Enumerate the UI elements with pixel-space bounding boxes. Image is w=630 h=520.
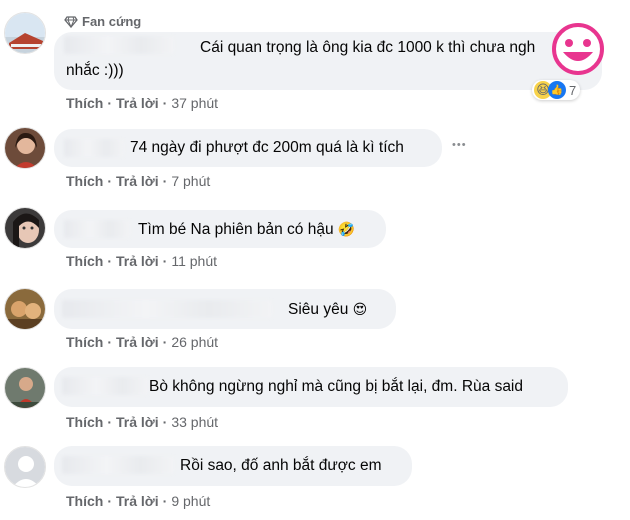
reply-link[interactable]: Trả lời	[116, 414, 159, 430]
like-link[interactable]: Thích	[66, 95, 103, 111]
avatar[interactable]	[4, 446, 46, 488]
fan-badge-label: Fan cứng	[82, 14, 142, 29]
comment-text-cont: nhắc :)))	[66, 62, 124, 79]
comment-actions: Thích · Trả lời · 7 phút	[66, 173, 211, 189]
comment-text: Bò không ngừng nghỉ mà cũng bị bắt lại, …	[149, 378, 523, 395]
fan-badge: Fan cứng	[64, 14, 141, 29]
like-link[interactable]: Thích	[66, 253, 103, 269]
more-options-icon[interactable]: •••	[452, 139, 467, 151]
timestamp[interactable]: 9 phút	[171, 493, 210, 509]
comment-actions: Thích · Trả lời · 11 phút	[66, 253, 217, 269]
author-name[interactable]	[64, 139, 124, 157]
author-name[interactable]	[64, 36, 174, 54]
comment-actions: Thích · Trả lời · 26 phút	[66, 334, 219, 350]
comment-bubble: Siêu yêu 😍	[54, 289, 396, 329]
comment-bubble: Tìm bé Na phiên bản có hậu 🤣	[54, 210, 386, 248]
reply-link[interactable]: Trả lời	[116, 173, 159, 189]
reply-link[interactable]: Trả lời	[116, 95, 159, 111]
comment-text-body: Tìm bé Na phiên bản có hậu	[138, 221, 334, 238]
comment-bubble: 74 ngày đi phượt đc 200m quá là kì tích	[54, 129, 442, 167]
timestamp[interactable]: 11 phút	[171, 253, 217, 269]
comment-actions: Thích · Trả lời · 37 phút	[66, 95, 219, 111]
author-name[interactable]	[64, 220, 130, 238]
avatar[interactable]	[4, 288, 46, 330]
comment-text: Tìm bé Na phiên bản có hậu 🤣	[138, 219, 355, 240]
timestamp[interactable]: 26 phút	[171, 334, 218, 350]
comment-text: Rồi sao, đố anh bắt được em	[180, 457, 382, 474]
comment-text: 74 ngày đi phượt đc 200m quá là kì tích	[130, 139, 404, 156]
timestamp[interactable]: 7 phút	[171, 173, 210, 189]
comment-text-body: Siêu yêu	[288, 301, 349, 318]
reply-link[interactable]: Trả lời	[116, 334, 159, 350]
reply-link[interactable]: Trả lời	[116, 493, 159, 509]
avatar[interactable]	[4, 127, 46, 169]
comment-bubble: Rồi sao, đố anh bắt được em	[54, 446, 412, 486]
like-reaction-icon: 👍	[548, 81, 566, 99]
comment-actions: Thích · Trả lời · 9 phút	[66, 493, 211, 509]
comment-actions: Thích · Trả lời · 33 phút	[66, 414, 219, 430]
timestamp[interactable]: 33 phút	[171, 414, 218, 430]
avatar[interactable]	[4, 12, 46, 54]
reply-link[interactable]: Trả lời	[116, 253, 159, 269]
like-link[interactable]: Thích	[66, 414, 103, 430]
author-name[interactable]	[62, 377, 148, 395]
comment-text: Siêu yêu 😍	[288, 299, 367, 320]
diamond-icon	[64, 15, 78, 28]
rofl-emoji-icon: 🤣	[337, 221, 356, 237]
author-name[interactable]	[62, 456, 174, 474]
reaction-summary[interactable]: 😆 👍 7	[532, 80, 581, 100]
avatar[interactable]	[4, 367, 46, 409]
author-name[interactable]	[62, 300, 272, 318]
like-link[interactable]: Thích	[66, 334, 103, 350]
smiley-sticker-icon	[552, 23, 604, 75]
comment-text: Cái quan trọng là ông kia đc 1000 k thì …	[200, 39, 536, 56]
comment-bubble: Cái quan trọng là ông kia đc 1000 k thì …	[54, 32, 602, 90]
reaction-count: 7	[569, 82, 577, 98]
avatar[interactable]	[4, 207, 46, 249]
heart-eyes-emoji-icon: 😍	[352, 301, 368, 317]
comment-bubble: Bò không ngừng nghỉ mà cũng bị bắt lại, …	[54, 367, 568, 407]
like-link[interactable]: Thích	[66, 173, 103, 189]
timestamp[interactable]: 37 phút	[171, 95, 218, 111]
like-link[interactable]: Thích	[66, 493, 103, 509]
